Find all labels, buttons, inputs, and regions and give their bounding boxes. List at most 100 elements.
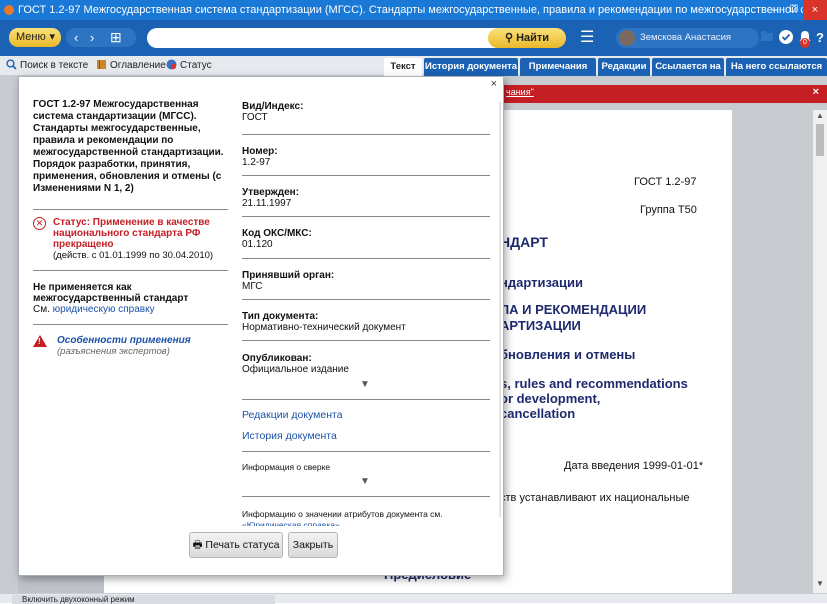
contents-button[interactable]: Оглавление [96, 59, 166, 73]
doc-gost-number: ГОСТ 1.2-97 [634, 176, 697, 188]
divider [242, 175, 490, 176]
editions-link[interactable]: Редакции документа [242, 409, 343, 421]
magnifier-icon [6, 59, 17, 70]
search-icon: ⚲ [504, 32, 517, 44]
app-icon [4, 5, 14, 15]
scroll-down-icon[interactable]: ▼ [813, 579, 827, 591]
doc-english-2: or development, [500, 391, 601, 406]
grid-icon[interactable]: ⊞ [110, 28, 122, 47]
issuing-body-value: МГС [242, 281, 263, 292]
expand-down-icon[interactable]: ▼ [360, 476, 370, 487]
tab-notes[interactable]: Примечания [520, 58, 596, 76]
not-applied-block: Не применяется как межгосударственный ст… [33, 282, 228, 315]
tab-text[interactable]: Текст [384, 58, 422, 76]
nav-group: ‹ › ⊞ [66, 28, 136, 47]
doc-intro-date: Дата введения 1999-01-01* [564, 460, 704, 472]
sub-toolbar: Поиск в тексте Оглавление Статус Текст И… [0, 56, 827, 76]
oks-value: 01.120 [242, 239, 273, 250]
not-applied-text: Не применяется как межгосударственный ст… [33, 282, 189, 304]
published-value: Официальное издание [242, 364, 349, 375]
document-title: ГОСТ 1.2-97 Межгосударственная система с… [33, 99, 224, 194]
scroll-track [499, 101, 501, 517]
caret-down-icon: ▾ [49, 31, 55, 43]
document-scrollbar[interactable]: ▲ ▼ [813, 110, 827, 593]
notice-close-icon[interactable]: × [813, 86, 819, 98]
close-button[interactable]: Закрыть [288, 532, 338, 558]
divider [33, 270, 228, 271]
check-circle-icon[interactable] [779, 30, 793, 46]
main-toolbar: Меню ▾ ‹ › ⊞ ⚲ Найти ☰ Земскова Анастаси… [0, 20, 827, 56]
history-link[interactable]: История документа [242, 430, 337, 442]
divider [242, 299, 490, 300]
help-icon[interactable]: ? [814, 30, 826, 46]
status-dialog: × ГОСТ 1.2-97 Межгосударственная система… [18, 76, 504, 576]
features-link[interactable]: Особенности применения [57, 335, 191, 346]
window-title-bar: ГОСТ 1.2-97 Межгосударственная система с… [0, 0, 827, 20]
notification-badge: 0 [800, 38, 810, 48]
divider [242, 340, 490, 341]
contents-label: Оглавление [110, 60, 166, 71]
avatar [619, 30, 635, 46]
book-icon [96, 59, 107, 70]
divider [242, 451, 490, 452]
tab-referenced-by[interactable]: На него ссылаются [726, 58, 827, 76]
features-subtitle: (разъяснения экспертов) [57, 346, 170, 357]
window-title: ГОСТ 1.2-97 Межгосударственная система с… [18, 4, 827, 16]
find-button[interactable]: ⚲ Найти [488, 28, 566, 48]
doc-body-line: ств устанавливают их национальные [500, 492, 690, 504]
menu-button[interactable]: Меню ▾ [9, 28, 61, 47]
doc-heading-3a: ЛА И РЕКОМЕНДАЦИИ [500, 302, 647, 317]
dialog-scrollbar[interactable] [497, 101, 503, 517]
tab-history[interactable]: История документа [424, 58, 518, 76]
tab-references[interactable]: Ссылается на [652, 58, 724, 76]
maximize-button[interactable]: ☐ [786, 0, 802, 20]
attribute-info-link[interactable]: «Юридическая справка» [242, 520, 340, 526]
doc-english-1: s, rules and recommendations [500, 376, 688, 391]
status-label: Статус [180, 60, 212, 71]
status-text: Статус: Применение в качестве национальн… [53, 217, 210, 250]
type-value: ГОСТ [242, 112, 268, 123]
doc-heading-2: ндартизации [500, 275, 583, 290]
oks-label: Код ОКС/МКС: [242, 228, 312, 239]
tab-editions[interactable]: Редакции [598, 58, 650, 76]
user-name: Земскова Анастасия [640, 32, 732, 43]
back-arrow-icon[interactable]: ‹ [74, 28, 78, 47]
doc-heading-4: бновления и отмены [500, 347, 636, 362]
dialog-close-icon[interactable]: × [491, 78, 497, 90]
folder-icon[interactable] [761, 30, 773, 46]
legal-reference-link[interactable]: юридическую справку [53, 304, 155, 315]
doc-english-3: cancellation [500, 406, 576, 421]
user-profile[interactable]: Земскова Анастасия [616, 28, 759, 48]
cancel-circle-icon: ✕ [33, 217, 46, 230]
hamburger-menu-icon[interactable]: ☰ [580, 28, 596, 48]
divider [242, 134, 490, 135]
doctype-value: Нормативно-технический документ [242, 322, 406, 333]
doctype-label: Тип документа: [242, 311, 319, 322]
divider [33, 209, 228, 210]
number-label: Номер: [242, 146, 278, 157]
minimize-button[interactable]: – [766, 0, 784, 20]
expand-down-icon[interactable]: ▼ [360, 379, 370, 390]
attribute-info-label: Информацию о значении атрибутов документ… [242, 509, 443, 519]
divider [242, 399, 490, 400]
issuing-body-label: Принявший орган: [242, 270, 335, 281]
scroll-up-icon[interactable]: ▲ [813, 111, 827, 123]
forward-arrow-icon[interactable]: › [90, 28, 94, 47]
printer-icon: 🖶 [192, 539, 206, 551]
find-label: Найти [516, 32, 550, 44]
search-in-text-label: Поиск в тексте [20, 60, 89, 71]
notice-link[interactable]: чания" [506, 87, 534, 97]
doc-heading-1: НДАРТ [500, 234, 548, 250]
status-button[interactable]: Статус [166, 59, 212, 73]
number-value: 1.2-97 [242, 157, 271, 168]
type-label: Вид/Индекс: [242, 101, 304, 112]
search-in-text-button[interactable]: Поиск в тексте [6, 59, 88, 73]
warning-icon: ! [33, 335, 47, 347]
scroll-thumb[interactable] [816, 124, 824, 156]
reconcile-label: Информация о сверке [242, 462, 331, 472]
print-status-button[interactable]: 🖶 Печать статуса [189, 532, 283, 558]
print-status-label: Печать статуса [205, 539, 280, 551]
menu-label: Меню [16, 31, 46, 43]
doc-group: Группа Т50 [640, 204, 697, 216]
close-window-button[interactable]: × [803, 0, 827, 20]
